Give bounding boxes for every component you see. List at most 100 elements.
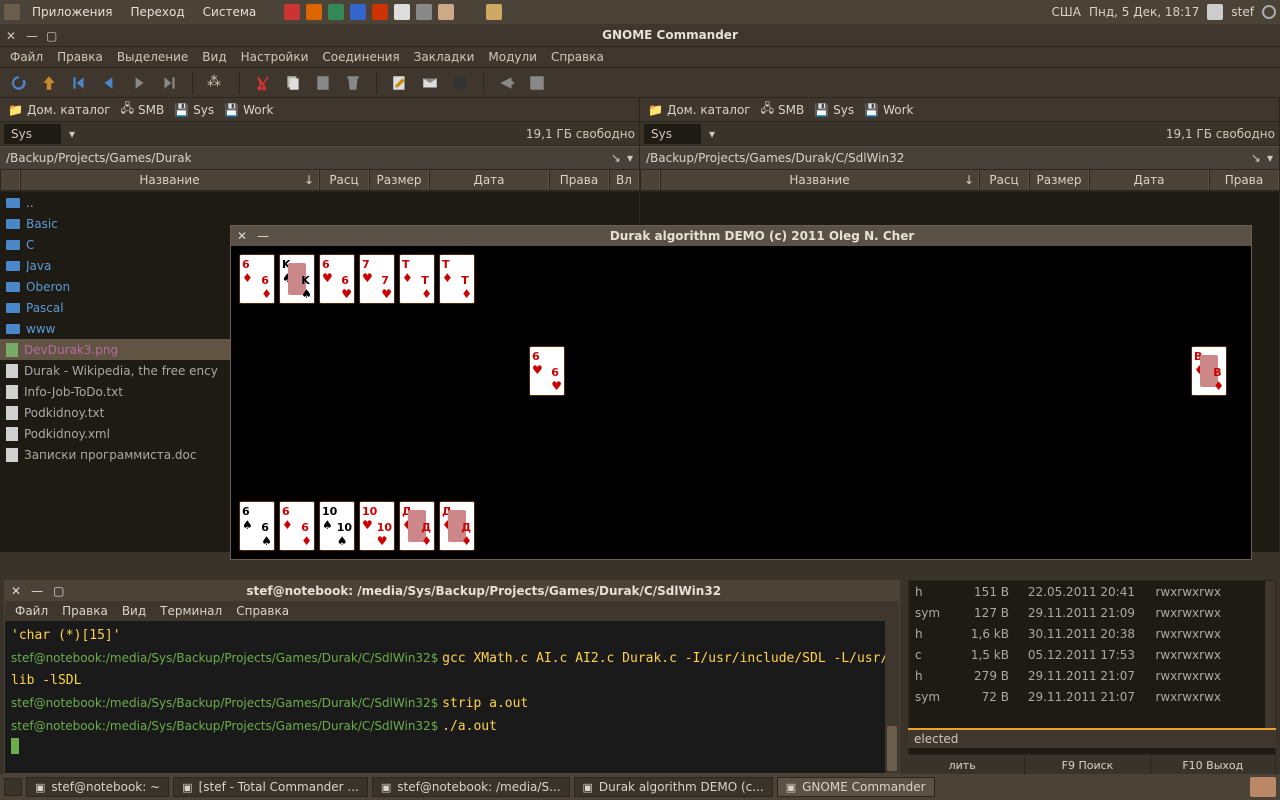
maximize-icon[interactable]: ▢ — [53, 584, 64, 598]
playing-card[interactable]: B♦B♦ — [1191, 346, 1227, 396]
back-icon[interactable] — [100, 74, 118, 92]
drive-home[interactable]: 📁 Дом. каталог — [8, 103, 111, 117]
chevron-down-icon[interactable]: ▾ — [709, 127, 715, 141]
playing-card[interactable]: 6♠6♠ — [239, 501, 275, 551]
col-ext[interactable]: Расц — [979, 170, 1029, 190]
col-size[interactable]: Размер — [1029, 170, 1089, 190]
term-menu-edit[interactable]: Правка — [62, 604, 108, 618]
show-desktop-icon[interactable] — [4, 778, 22, 796]
col-ext[interactable]: Расц — [319, 170, 369, 190]
app-icon-2[interactable] — [372, 4, 388, 20]
ubuntu-logo-icon[interactable] — [4, 4, 20, 20]
playing-card[interactable]: Д♦Д♦ — [399, 501, 435, 551]
col-perm[interactable]: Права — [549, 170, 609, 190]
trash-icon[interactable] — [1250, 777, 1276, 797]
history-icon[interactable]: ↘ — [611, 151, 621, 165]
file-row[interactable]: c1,5 kB05.12.2011 17:53rwxrwxrwx — [909, 644, 1275, 665]
file-row[interactable]: sym127 B29.11.2011 21:09rwxrwxrwx — [909, 602, 1275, 623]
tool-icon[interactable]: ⁂ — [207, 74, 225, 92]
apps-menu[interactable]: Приложения — [26, 3, 119, 21]
system-menu[interactable]: Система — [197, 3, 263, 21]
menu-view[interactable]: Вид — [202, 50, 226, 64]
clock[interactable]: Пнд, 5 Дек, 18:17 — [1089, 5, 1199, 19]
menu-plugins[interactable]: Модули — [488, 50, 537, 64]
drive-work[interactable]: 💾 Work — [864, 103, 913, 117]
firefox-icon[interactable] — [306, 4, 322, 20]
fkey-delete[interactable]: лить — [900, 755, 1025, 775]
playing-card[interactable]: 6♦6♦ — [239, 254, 275, 304]
forward-icon[interactable] — [130, 74, 148, 92]
term-menu-terminal[interactable]: Терминал — [160, 604, 222, 618]
col-date[interactable]: Дата — [1089, 170, 1209, 190]
col-name[interactable]: Название — [660, 170, 979, 190]
playing-card[interactable]: Д♦Д♦ — [439, 501, 475, 551]
right-volume-select[interactable]: Sys — [644, 124, 701, 144]
right-path[interactable]: /Backup/Projects/Games/Durak/C/SdlWin32 — [646, 151, 904, 165]
user-name[interactable]: stef — [1231, 5, 1254, 19]
chevron-down-icon[interactable]: ▾ — [627, 151, 633, 165]
places-menu[interactable]: Переход — [125, 3, 191, 21]
document-icon[interactable] — [394, 4, 410, 20]
task-button[interactable]: ▣ stef@notebook: /media/S... — [372, 777, 570, 797]
app-icon-3[interactable] — [416, 4, 432, 20]
mail-icon[interactable] — [486, 4, 502, 20]
scrollbar[interactable] — [1265, 581, 1275, 736]
app-icon-4[interactable] — [438, 4, 454, 20]
edit-icon[interactable] — [391, 74, 409, 92]
up-icon[interactable] — [40, 74, 58, 92]
cut-icon[interactable] — [254, 74, 272, 92]
power-icon[interactable] — [1262, 5, 1276, 19]
playing-card[interactable]: 6♥6♥ — [319, 254, 355, 304]
minimize-icon[interactable]: — — [26, 29, 38, 41]
col-date[interactable]: Дата — [429, 170, 549, 190]
fkey-quit[interactable]: F10 Выход — [1151, 755, 1276, 775]
opera-icon[interactable] — [284, 4, 300, 20]
maximize-icon[interactable]: ▢ — [46, 29, 58, 41]
drive-work[interactable]: 💾 Work — [224, 103, 273, 117]
paste-icon[interactable] — [314, 74, 332, 92]
terminal-icon[interactable] — [451, 74, 469, 92]
col-owner[interactable]: Вл — [609, 170, 639, 190]
file-row[interactable]: .. — [0, 192, 639, 213]
playing-card[interactable]: 6♥6♥ — [529, 346, 565, 396]
refresh-icon[interactable] — [10, 74, 28, 92]
drive-sys[interactable]: 💾 Sys — [174, 103, 214, 117]
playing-card[interactable]: T♦T♦ — [399, 254, 435, 304]
term-menu-file[interactable]: Файл — [15, 604, 48, 618]
file-row[interactable]: h279 B29.11.2011 21:07rwxrwxrwx — [909, 665, 1275, 686]
col-name[interactable]: Название — [20, 170, 319, 190]
playing-card[interactable]: 10♥10♥ — [359, 501, 395, 551]
chevron-down-icon[interactable]: ▾ — [1267, 151, 1273, 165]
scrollbar[interactable] — [885, 621, 899, 773]
playing-card[interactable]: K♠K♠ — [279, 254, 315, 304]
menu-edit[interactable]: Правка — [57, 50, 103, 64]
menu-settings[interactable]: Настройки — [241, 50, 309, 64]
fkey-search[interactable]: F9 Поиск — [1025, 755, 1150, 775]
menu-connections[interactable]: Соединения — [322, 50, 399, 64]
menu-bookmarks[interactable]: Закладки — [414, 50, 475, 64]
file-row[interactable]: h151 B22.05.2011 20:41rwxrwxrwx — [909, 581, 1275, 602]
drive-sys[interactable]: 💾 Sys — [814, 103, 854, 117]
terminal-output[interactable]: 'char (*)[15]' stef@notebook:/media/Sys/… — [5, 621, 899, 773]
file-row[interactable]: h1,6 kB30.11.2011 20:38rwxrwxrwx — [909, 623, 1275, 644]
file-row[interactable]: sym72 B29.11.2011 21:07rwxrwxrwx — [909, 686, 1275, 707]
durak-play-area[interactable]: 6♦6♦K♠K♠6♥6♥7♥7♥T♦T♦T♦T♦6♥6♥B♦B♦6♠6♠6♦6♦… — [231, 246, 1251, 559]
delete-icon[interactable] — [344, 74, 362, 92]
left-path[interactable]: /Backup/Projects/Games/Durak — [6, 151, 192, 165]
task-button[interactable]: ▣ GNOME Commander — [777, 777, 935, 797]
drive-smb[interactable]: 🖧 SMB — [761, 99, 805, 120]
minimize-icon[interactable]: — — [31, 584, 43, 598]
app-icon[interactable] — [328, 4, 344, 20]
save-icon[interactable] — [350, 4, 366, 20]
remote-icon[interactable] — [498, 74, 516, 92]
col-size[interactable]: Размер — [369, 170, 429, 190]
close-icon[interactable]: ✕ — [11, 584, 21, 598]
term-menu-view[interactable]: Вид — [122, 604, 146, 618]
menu-help[interactable]: Справка — [551, 50, 604, 64]
term-menu-help[interactable]: Справка — [236, 604, 289, 618]
drive-home[interactable]: 📁 Дом. каталог — [648, 103, 751, 117]
mail-send-icon[interactable] — [421, 74, 439, 92]
playing-card[interactable]: 10♠10♠ — [319, 501, 355, 551]
drive-smb[interactable]: 🖧 SMB — [121, 99, 165, 120]
task-button[interactable]: ▣ stef@notebook: ~ — [26, 777, 169, 797]
